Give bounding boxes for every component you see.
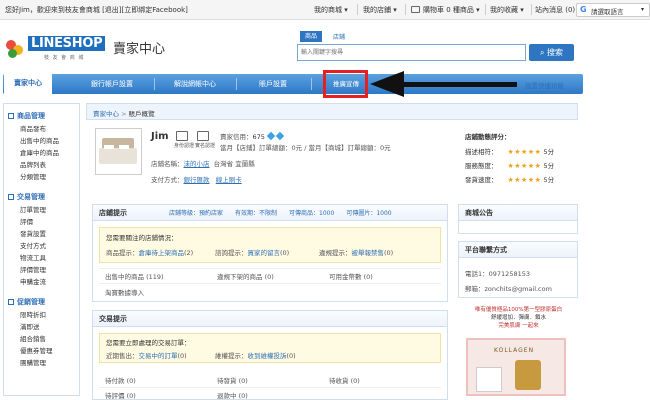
rating-row: 發貨速度： ★★★★★ 5分 xyxy=(465,176,555,184)
trade-notice: 您需要立即處理的交易訂單： 近期售出：交易中的訂單(0) 維權提示：收到維權投訴… xyxy=(99,333,441,363)
sidebar-item[interactable]: 物流工具 xyxy=(4,252,79,264)
logout-link[interactable]: [退出] xyxy=(102,6,121,14)
lineshop-logo[interactable]: LINESHOP 枝 友 會 商 城 xyxy=(6,36,106,66)
payment-methods: 支付方式：銀行匯款 線上刷卡 xyxy=(151,176,242,184)
sidebar-item[interactable]: 限時折扣 xyxy=(4,309,79,321)
taobao-import-link[interactable]: 淘寶數據導入 xyxy=(105,287,144,297)
rating-title: 店鋪動態評分： xyxy=(465,133,511,141)
cart-menu[interactable]: 購物車 0 種商品 ▾ xyxy=(423,5,480,15)
pending-shipment-count[interactable]: 待發貨 (0) xyxy=(217,375,248,385)
announcement-panel: 商城公告 xyxy=(458,204,578,234)
sidebar-group-products[interactable]: 商品管理 xyxy=(4,109,79,123)
search-icon: ⌕ xyxy=(539,48,545,57)
search-input[interactable] xyxy=(298,45,523,60)
sidebar-item[interactable]: 支付方式 xyxy=(4,240,79,252)
nav-statement-center[interactable]: 解說網帳中心 xyxy=(163,74,227,94)
contact-panel: 平台聯繫方式 電話1：0971258153 郵箱：zonchits@gmail.… xyxy=(458,241,578,298)
sidebar-group-promotions[interactable]: 促銷管理 xyxy=(4,295,79,309)
sidebar-item[interactable]: 團購管理 xyxy=(4,357,79,369)
page-title: 賣家中心 xyxy=(113,42,166,57)
my-mall-menu[interactable]: 我的商城 ▾ xyxy=(314,5,348,15)
bind-facebook-link[interactable]: [立即綁定Facebook] xyxy=(122,6,188,14)
greeting: 您好Jim，歡迎來到枝友會商城 [退出][立即綁定Facebook] xyxy=(5,6,188,14)
sidebar-item[interactable]: 訂單管理 xyxy=(4,204,79,216)
reported-banned-link[interactable]: 被舉報禁售 xyxy=(352,249,385,257)
bank-transfer-link[interactable]: 銀行匯款 xyxy=(184,176,210,184)
arrow-head-icon xyxy=(370,71,404,97)
sidebar-item[interactable]: 發貨設置 xyxy=(4,228,79,240)
monthly-orders: 當月【店鋪】訂單總額：0元 / 當月【商城】訂單總額：0元 xyxy=(220,144,391,152)
star-rating-icon: ★★★★★ xyxy=(507,176,542,184)
sidebar-item[interactable]: 品牌列表 xyxy=(4,159,79,171)
my-store-menu[interactable]: 我的店鋪 ▾ xyxy=(363,5,397,15)
site-messages-link[interactable]: 站內消息 (0) xyxy=(535,5,575,15)
trade-tips-panel: 交易提示 您需要立即處理的交易訂單： 近期售出：交易中的訂單(0) 維權提示：收… xyxy=(92,310,448,400)
sidebar-item[interactable]: 分類管理 xyxy=(4,171,79,183)
product-jar-image xyxy=(515,360,541,390)
sidebar-item[interactable]: 商品發布 xyxy=(4,123,79,135)
contact-phone: 電話1：0971258153 xyxy=(465,270,530,278)
user-name: Jim xyxy=(151,131,169,142)
favorites-menu[interactable]: 我的收藏 ▾ xyxy=(490,5,524,15)
violation-removed-count[interactable]: 違規下架的商品 (0) xyxy=(217,271,274,281)
rating-row: 服務態度： ★★★★★ 5分 xyxy=(465,162,555,170)
breadcrumb-home[interactable]: 賣家中心 xyxy=(93,110,119,118)
sidebar-item[interactable]: 組合銷售 xyxy=(4,333,79,345)
sidebar-item[interactable]: 評價 xyxy=(4,216,79,228)
sidebar-item[interactable]: 評價管理 xyxy=(4,264,79,276)
collapse-icon xyxy=(8,113,14,119)
sidebar-item[interactable]: 倉庫中的商品 xyxy=(4,147,79,159)
store-tips-panel: 店鋪提示 店鋪等級：預約店家 有效期：不限制 可傳商品：1000 可傳圖片：1000 您… xyxy=(92,204,448,302)
on-sale-count[interactable]: 出售中的商品 (119) xyxy=(105,271,164,281)
realname-verified-icon xyxy=(197,131,209,141)
top-bar: 您好Jim，歡迎來到枝友會商城 [退出][立即綁定Facebook] 我的商城 … xyxy=(0,0,650,20)
star-rating-icon: ★★★★★ xyxy=(507,148,542,156)
cart-icon xyxy=(411,6,420,13)
pending-payment-count[interactable]: 待付款 (0) xyxy=(105,375,136,385)
rating-row: 描述相符： ★★★★★ 5分 xyxy=(465,148,555,156)
store-name-row: 店鋪名稱：沫的小店 台灣省 宜蘭縣 xyxy=(151,160,255,168)
promotion-highlight-box xyxy=(323,70,368,98)
online-card-link[interactable]: 線上刷卡 xyxy=(216,176,242,184)
seller-credit: 賣家信用：675 xyxy=(220,131,285,141)
coins-count[interactable]: 可用金幣數 (0) xyxy=(329,271,373,281)
warehouse-pending-link[interactable]: 倉庫待上架商品 xyxy=(139,249,185,257)
refunding-count[interactable]: 退款中 (0) xyxy=(217,390,248,400)
collapse-icon xyxy=(8,299,14,305)
sidebar: 商品管理 商品發布 出售中的商品 倉庫中的商品 品牌列表 分類管理 交易管理 訂… xyxy=(3,103,80,396)
product-box-image xyxy=(476,367,502,392)
id-verified-icon xyxy=(176,131,188,141)
contact-email: 郵箱：zonchits@gmail.com xyxy=(465,285,552,293)
arrow-annotation xyxy=(400,82,517,87)
shortcut-settings-link[interactable]: 設置快捷功能 xyxy=(525,80,564,90)
pending-receipt-count[interactable]: 待收貨 (0) xyxy=(329,375,360,385)
search-tab-products[interactable]: 商品 xyxy=(300,31,323,42)
nav-account-settings[interactable]: 賬戶設置 xyxy=(245,74,301,94)
collapse-icon xyxy=(8,194,14,200)
sidebar-item[interactable]: 出售中的商品 xyxy=(4,135,79,147)
google-icon: G xyxy=(580,5,587,14)
search-tab-stores[interactable]: 店鋪 xyxy=(333,32,345,41)
trading-orders-link[interactable]: 交易中的訂單 xyxy=(139,352,178,360)
search-button[interactable]: ⌕ 搜索 xyxy=(529,44,574,61)
nav-seller-center[interactable]: 賣家中心 xyxy=(4,73,52,94)
sidebar-item[interactable]: 滿即送 xyxy=(4,321,79,333)
breadcrumb: 賣家中心 > 賬戶概覽 xyxy=(93,110,155,118)
diamond-icon xyxy=(266,131,276,141)
star-rating-icon: ★★★★★ xyxy=(507,162,542,170)
sidebar-item[interactable]: 優惠券管理 xyxy=(4,345,79,357)
nav-bank-account[interactable]: 銀行帳戶設置 xyxy=(80,74,144,94)
store-name-link[interactable]: 沫的小店 xyxy=(184,160,210,168)
breadcrumb-bar xyxy=(86,103,578,120)
buyer-messages-link[interactable]: 買家的留言 xyxy=(248,249,281,257)
promo-text: 唯有優質極品100%第一型膠原蛋白 舒緩增加．彈膚．鎖水 完美肌膚 一起來 xyxy=(474,307,563,329)
sidebar-item[interactable]: 申購金流 xyxy=(4,276,79,288)
search-box xyxy=(297,44,526,61)
store-notice: 您需要關注的店鋪情況： 商品提示：倉庫待上架商品(2) 諮詢提示：買家的留言(0… xyxy=(99,227,441,263)
pending-review-count[interactable]: 待評價 (0) xyxy=(105,390,136,400)
complaints-link[interactable]: 收到維權投訴 xyxy=(248,352,287,360)
sidebar-group-trades[interactable]: 交易管理 xyxy=(4,190,79,204)
google-translate-select[interactable]: G 請選取語言 ▾ xyxy=(576,3,650,17)
